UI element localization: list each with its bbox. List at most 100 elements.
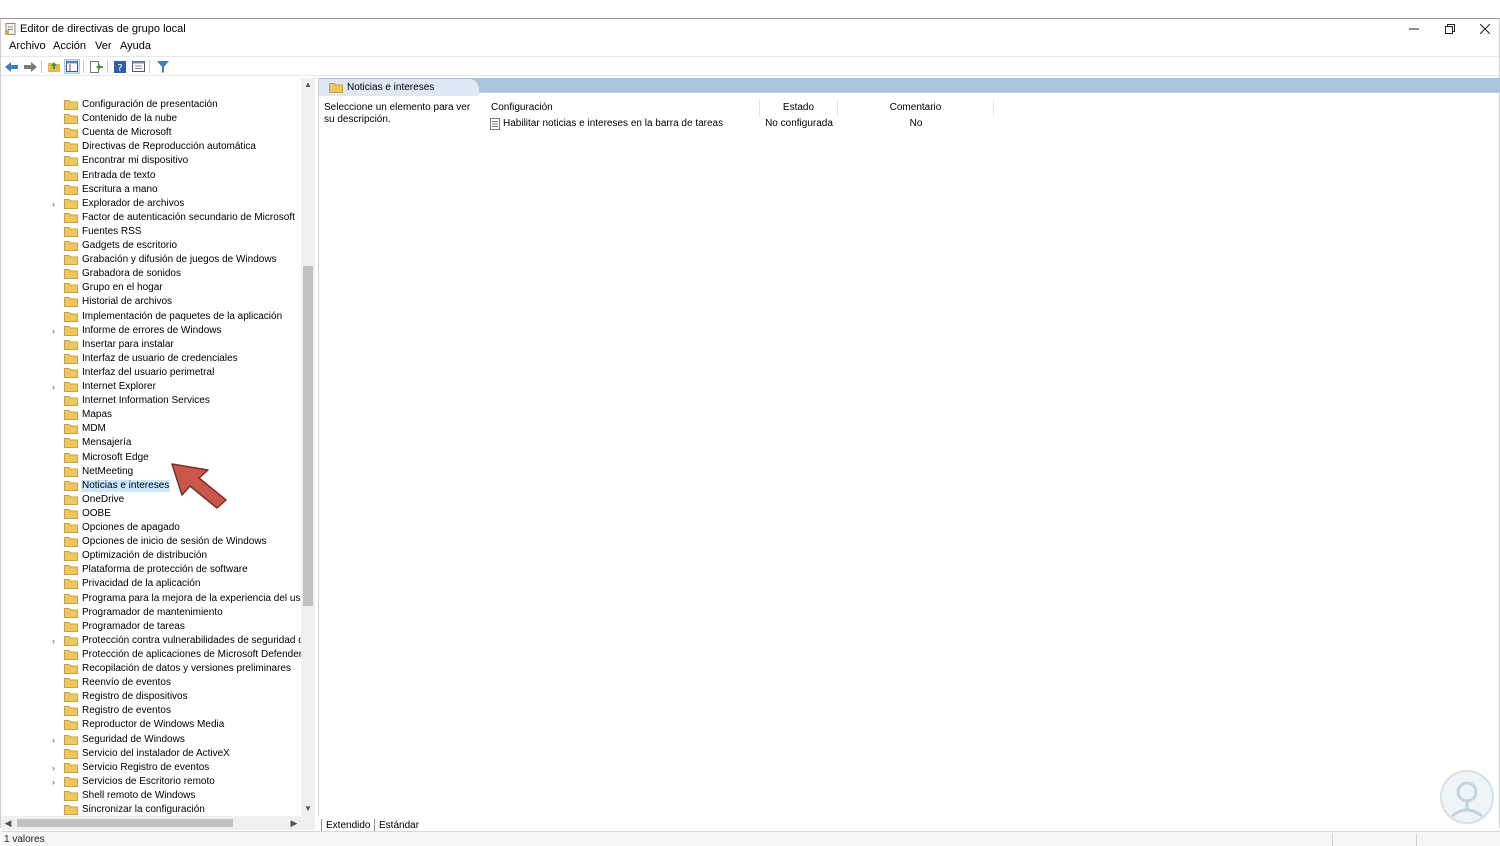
menu-accion[interactable]: Acción (53, 40, 86, 52)
expand-chevron-icon[interactable]: › (52, 635, 61, 647)
column-header-configuracion[interactable]: Configuración (486, 100, 760, 116)
tree-item[interactable]: Grupo en el hogar (1, 281, 301, 295)
scrollbar-thumb[interactable] (17, 819, 233, 827)
scroll-left-icon[interactable]: ◀ (1, 816, 15, 830)
tree-item[interactable]: › Servicios de Escritorio remoto (1, 775, 301, 789)
description-text: Seleccione un elemento para ver su descr… (324, 102, 471, 125)
menu-bar: Archivo Acción Ver Ayuda (1, 39, 1499, 55)
tree-item[interactable]: Gadgets de escritorio (1, 239, 301, 253)
tree-item[interactable]: Opciones de inicio de sesión de Windows (1, 535, 301, 549)
tree-item[interactable]: Mapas (1, 408, 301, 422)
watermark-logo-icon (1440, 770, 1494, 824)
menu-ver[interactable]: Ver (95, 40, 112, 52)
tree-item[interactable]: Internet Information Services (1, 394, 301, 408)
tree-item[interactable]: MDM (1, 422, 301, 436)
tree-item[interactable]: Recopilación de datos y versiones prelim… (1, 662, 301, 676)
tree-item[interactable]: Implementación de paquetes de la aplicac… (1, 310, 301, 324)
toolbar-separator (107, 60, 108, 73)
tree-item[interactable]: Sincronizar la configuración (1, 803, 301, 816)
tree-item[interactable]: Grabadora de sonidos (1, 267, 301, 281)
tree-item[interactable]: Shell remoto de Windows (1, 789, 301, 803)
tree-item[interactable]: Noticias e intereses (1, 479, 301, 493)
tree-item[interactable]: OOBE (1, 507, 301, 521)
policy-tree[interactable]: Configuración de presentación Contenido d… (1, 78, 315, 816)
tree-item[interactable]: Optimización de distribución (1, 549, 301, 563)
tree-item-label: Registro de eventos (82, 705, 171, 717)
tree-item[interactable]: Servicio del instalador de ActiveX (1, 747, 301, 761)
tree-horizontal-scrollbar[interactable]: ◀ ▶ (1, 816, 301, 830)
expand-chevron-icon[interactable]: › (52, 734, 61, 746)
scroll-right-icon[interactable]: ▶ (287, 816, 301, 830)
tree-item-label: Plataforma de protección de software (82, 564, 248, 576)
tree-item[interactable]: Cuenta de Microsoft (1, 126, 301, 140)
tree-item[interactable]: Insertar para instalar (1, 338, 301, 352)
tree-item-label: Programador de mantenimiento (82, 606, 223, 618)
tree-item-label: Privacidad de la aplicación (82, 578, 201, 590)
tree-item[interactable]: Opciones de apagado (1, 521, 301, 535)
up-folder-button[interactable] (46, 59, 62, 74)
back-button[interactable] (4, 59, 20, 74)
tree-item[interactable]: Programa para la mejora de la experienci… (1, 592, 314, 606)
column-header-estado[interactable]: Estado (760, 100, 838, 116)
tree-item[interactable]: › Seguridad de Windows (1, 733, 301, 747)
tree-item[interactable]: › Protección contra vulnerabilidades de s… (1, 634, 314, 648)
tree-item[interactable]: Registro de eventos (1, 704, 301, 718)
folder-icon (64, 523, 78, 533)
expand-chevron-icon[interactable]: › (52, 776, 61, 788)
tree-item[interactable]: Encontrar mi dispositivo (1, 154, 301, 168)
expand-chevron-icon[interactable]: › (52, 381, 61, 393)
minimize-button[interactable] (1396, 19, 1432, 39)
tree-item-label: NetMeeting (82, 465, 134, 477)
menu-ayuda[interactable]: Ayuda (120, 40, 151, 52)
folder-icon (64, 269, 78, 280)
restore-button[interactable] (1432, 19, 1468, 39)
tree-item[interactable]: Plataforma de protección de software (1, 563, 301, 577)
scroll-down-icon[interactable]: ▼ (301, 802, 315, 816)
tree-item[interactable]: Privacidad de la aplicación (1, 577, 301, 591)
tree-item[interactable]: Protección de aplicaciones de Microsoft … (1, 648, 302, 662)
help-button[interactable]: ? (112, 59, 128, 74)
expand-chevron-icon[interactable]: › (52, 762, 61, 774)
tree-item[interactable]: Programador de mantenimiento (1, 606, 301, 620)
tree-item[interactable]: Historial de archivos (1, 295, 301, 309)
tree-item-label: Mensajería (82, 437, 132, 449)
tree-item[interactable]: Microsoft Edge (1, 451, 301, 465)
tree-item[interactable]: › Informe de errores de Windows (1, 324, 301, 338)
setting-name[interactable]: Habilitar noticias e intereses en la bar… (503, 117, 723, 131)
tree-item[interactable]: Interfaz del usuario perimetral (1, 366, 301, 380)
tree-item[interactable]: OneDrive (1, 493, 301, 507)
tree-item[interactable]: Factor de autenticación secundario de Mi… (1, 211, 301, 225)
tree-item[interactable]: Directivas de Reproducción automática (1, 140, 301, 154)
status-divider (1332, 834, 1333, 846)
folder-icon (64, 734, 78, 745)
close-button[interactable] (1467, 19, 1500, 39)
tree-vertical-scrollbar[interactable]: ▲ ▼ (301, 78, 315, 816)
tree-item[interactable]: Entrada de texto (1, 169, 301, 183)
tree-item[interactable]: Grabación y difusión de juegos de Window… (1, 253, 301, 267)
tree-item[interactable]: › Servicio Registro de eventos (1, 761, 301, 775)
filter-button[interactable] (155, 59, 171, 74)
tree-item[interactable]: NetMeeting (1, 465, 301, 479)
export-list-button[interactable] (88, 59, 104, 74)
tree-item[interactable]: › Internet Explorer (1, 380, 301, 394)
tree-item[interactable]: Fuentes RSS (1, 225, 301, 239)
show-hide-tree-button[interactable] (64, 59, 80, 74)
tree-item[interactable]: Mensajería (1, 436, 301, 450)
tree-item[interactable]: Programador de tareas (1, 620, 301, 634)
expand-chevron-icon[interactable]: › (52, 198, 61, 210)
tree-item[interactable]: Interfaz de usuario de credenciales (1, 352, 301, 366)
column-header-comentario[interactable]: Comentario (838, 100, 994, 116)
tree-item[interactable]: Reproductor de Windows Media (1, 718, 301, 732)
menu-archivo[interactable]: Archivo (9, 40, 46, 52)
expand-chevron-icon[interactable]: › (52, 325, 61, 337)
tree-item[interactable]: › Explorador de archivos (1, 197, 301, 211)
tree-item[interactable]: Reenvío de eventos (1, 676, 301, 690)
properties-button[interactable] (130, 59, 146, 74)
tree-item[interactable]: Contenido de la nube (1, 112, 301, 126)
scrollbar-thumb[interactable] (303, 266, 313, 606)
tree-item[interactable]: Registro de dispositivos (1, 690, 301, 704)
forward-button[interactable] (22, 59, 38, 74)
scroll-up-icon[interactable]: ▲ (301, 78, 315, 92)
tree-item[interactable]: Escritura a mano (1, 183, 301, 197)
tree-item[interactable]: Configuración de presentación (1, 98, 301, 112)
